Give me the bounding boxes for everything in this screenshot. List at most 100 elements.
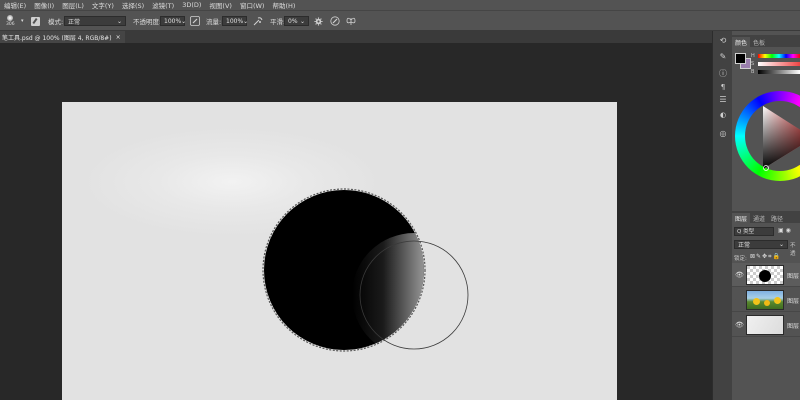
brightness-slider[interactable] xyxy=(758,70,800,74)
collapsed-panel-dock: ⟲ ✎ ⓘ ¶ ☰ ◐ ◎ xyxy=(712,31,732,400)
chevron-down-icon: ⌄ xyxy=(116,17,122,25)
pressure-opacity-button[interactable] xyxy=(190,11,200,31)
slider-label-h: H xyxy=(751,53,755,59)
chevron-down-icon: ⌄ xyxy=(778,241,784,248)
tab-paths[interactable]: 路径 xyxy=(768,213,786,223)
foreground-color-swatch[interactable] xyxy=(735,53,746,64)
layers-panel-tabs: 图层 通道 路径 xyxy=(732,211,800,223)
brush-tip-icon xyxy=(7,15,14,21)
airbrush-button[interactable] xyxy=(253,11,263,31)
chevron-down-icon: ⌄ xyxy=(181,17,187,25)
smoothing-label: 平滑: xyxy=(270,18,286,26)
menu-layer[interactable]: 图层(L) xyxy=(58,0,88,10)
styles-icon: ◎ xyxy=(719,128,727,138)
paragraph-panel-button[interactable]: ¶ xyxy=(717,81,729,93)
smoothing-options-button[interactable] xyxy=(314,11,323,31)
layer-opacity-label: 不透 xyxy=(790,243,796,257)
options-bar: 306 ▾ 模式: 正常 ⌄ 不透明度: 100% ⌄ 流量: 100% ⌄ 平… xyxy=(0,10,800,31)
layer-name: 图层 xyxy=(787,298,800,305)
airbrush-icon xyxy=(253,17,263,26)
smoothing-field-wrap: 0% ⌄ xyxy=(284,11,309,31)
layer-filter-icons: ▣ ◉ xyxy=(778,227,791,234)
tab-color[interactable]: 颜色 xyxy=(732,37,751,47)
properties-panel-button[interactable]: ◐ xyxy=(717,109,729,121)
layer-filter-label: Q 类型 xyxy=(737,229,755,235)
styles-panel-button[interactable]: ◎ xyxy=(717,127,729,139)
pressure-size-icon xyxy=(330,16,340,26)
layer-row[interactable]: · 图层 xyxy=(732,288,800,312)
close-icon[interactable]: × xyxy=(116,34,121,41)
chevron-down-icon: ⌄ xyxy=(299,17,305,25)
layer-blend-mode-value: 正常 xyxy=(738,242,751,249)
document-tab-title: 笔工具.psd @ 100% (图层 4, RGB/8#) xyxy=(2,34,112,42)
layer-thumbnail-circle xyxy=(746,265,784,285)
tab-layers[interactable]: 图层 xyxy=(732,213,751,223)
hue-slider[interactable] xyxy=(758,54,800,58)
opacity-field[interactable]: 100% ⌄ xyxy=(160,16,187,26)
smoothing-field-value: 0% xyxy=(288,17,298,25)
brush-dropdown-arrow[interactable]: ▾ xyxy=(21,11,24,31)
tab-swatches[interactable]: 色板 xyxy=(750,37,768,47)
brush-panel-icon xyxy=(31,16,40,26)
opacity-field-wrap: 100% ⌄ xyxy=(160,11,187,31)
opacity-label: 不透明度: xyxy=(133,18,162,26)
document-tab[interactable]: 笔工具.psd @ 100% (图层 4, RGB/8#) × xyxy=(0,31,125,43)
info-icon: ⓘ xyxy=(719,68,727,78)
layer-blend-mode-select[interactable]: 正常 ⌄ xyxy=(734,240,788,249)
lock-label: 锁定: xyxy=(734,256,747,262)
history-icon: ⟲ xyxy=(719,35,727,45)
color-panel-tabs: 颜色 色板 xyxy=(732,35,800,47)
eye-icon[interactable]: 👁 xyxy=(735,321,744,329)
layer-row[interactable]: 👁 图层 xyxy=(732,313,800,337)
black-circle-shape xyxy=(264,190,424,350)
layer-thumbnail-sunflowers xyxy=(746,290,784,310)
menu-filter[interactable]: 滤镜(T) xyxy=(148,0,178,10)
mode-select[interactable]: 正常 ⌄ xyxy=(64,16,126,26)
sliders-icon: ☰ xyxy=(719,94,727,104)
butterfly-icon xyxy=(346,17,356,25)
color-wheel[interactable] xyxy=(735,91,800,181)
pressure-size-button[interactable] xyxy=(330,11,340,31)
hidden-eye-slot[interactable]: · xyxy=(735,296,737,304)
lock-icons: ⊠✎✥⌗🔒 xyxy=(750,253,781,260)
saturation-slider[interactable] xyxy=(758,62,800,66)
brush-settings-button[interactable] xyxy=(31,11,40,31)
brush-preset-picker[interactable]: 306 xyxy=(6,11,15,31)
layer-name: 图层 xyxy=(787,323,800,330)
flow-field-wrap: 100% ⌄ xyxy=(222,11,249,31)
menu-edit[interactable]: 编辑(E) xyxy=(0,0,30,10)
flow-field[interactable]: 100% ⌄ xyxy=(222,16,249,26)
menu-image[interactable]: 图像(I) xyxy=(30,0,58,10)
pressure-pen-icon xyxy=(190,16,200,26)
mode-select-value: 正常 xyxy=(68,18,81,26)
slider-label-s: S xyxy=(751,61,755,67)
flow-label: 流量: xyxy=(206,18,222,26)
menu-3d[interactable]: 3D(D) xyxy=(178,1,205,9)
brush-icon: ✎ xyxy=(719,51,727,61)
paragraph-icon: ¶ xyxy=(720,83,726,91)
symmetry-button[interactable] xyxy=(346,11,356,31)
layer-row[interactable]: 👁 图层 xyxy=(732,263,800,287)
menu-select[interactable]: 选择(S) xyxy=(118,0,148,10)
color-triangle[interactable] xyxy=(735,91,800,181)
slider-label-b: B xyxy=(751,69,755,75)
menu-help[interactable]: 帮助(H) xyxy=(268,0,299,10)
menu-window[interactable]: 窗口(W) xyxy=(236,0,269,10)
smoothing-field[interactable]: 0% ⌄ xyxy=(284,16,309,26)
adjustments-panel-button[interactable]: ☰ xyxy=(717,93,729,105)
chevron-down-icon: ⌄ xyxy=(243,17,249,25)
menu-type[interactable]: 文字(Y) xyxy=(88,0,118,10)
mode-select-wrap: 正常 ⌄ xyxy=(64,11,126,31)
menu-bar: 编辑(E) 图像(I) 图层(L) 文字(Y) 选择(S) 滤镜(T) 3D(D… xyxy=(0,0,800,10)
info-panel-button[interactable]: ⓘ xyxy=(717,67,729,79)
opacity-field-value: 100% xyxy=(164,17,182,25)
gear-icon xyxy=(314,16,323,26)
tab-channels[interactable]: 通道 xyxy=(750,213,768,223)
eye-icon[interactable]: 👁 xyxy=(735,271,744,279)
history-panel-button[interactable]: ⟲ xyxy=(717,34,729,46)
menu-view[interactable]: 视图(V) xyxy=(205,0,236,10)
layer-filter-select[interactable]: Q 类型 xyxy=(734,227,774,236)
document-tab-bar: 笔工具.psd @ 100% (图层 4, RGB/8#) × xyxy=(0,31,712,43)
document-canvas[interactable] xyxy=(62,102,617,400)
brush-settings-panel-button[interactable]: ✎ xyxy=(717,50,729,62)
